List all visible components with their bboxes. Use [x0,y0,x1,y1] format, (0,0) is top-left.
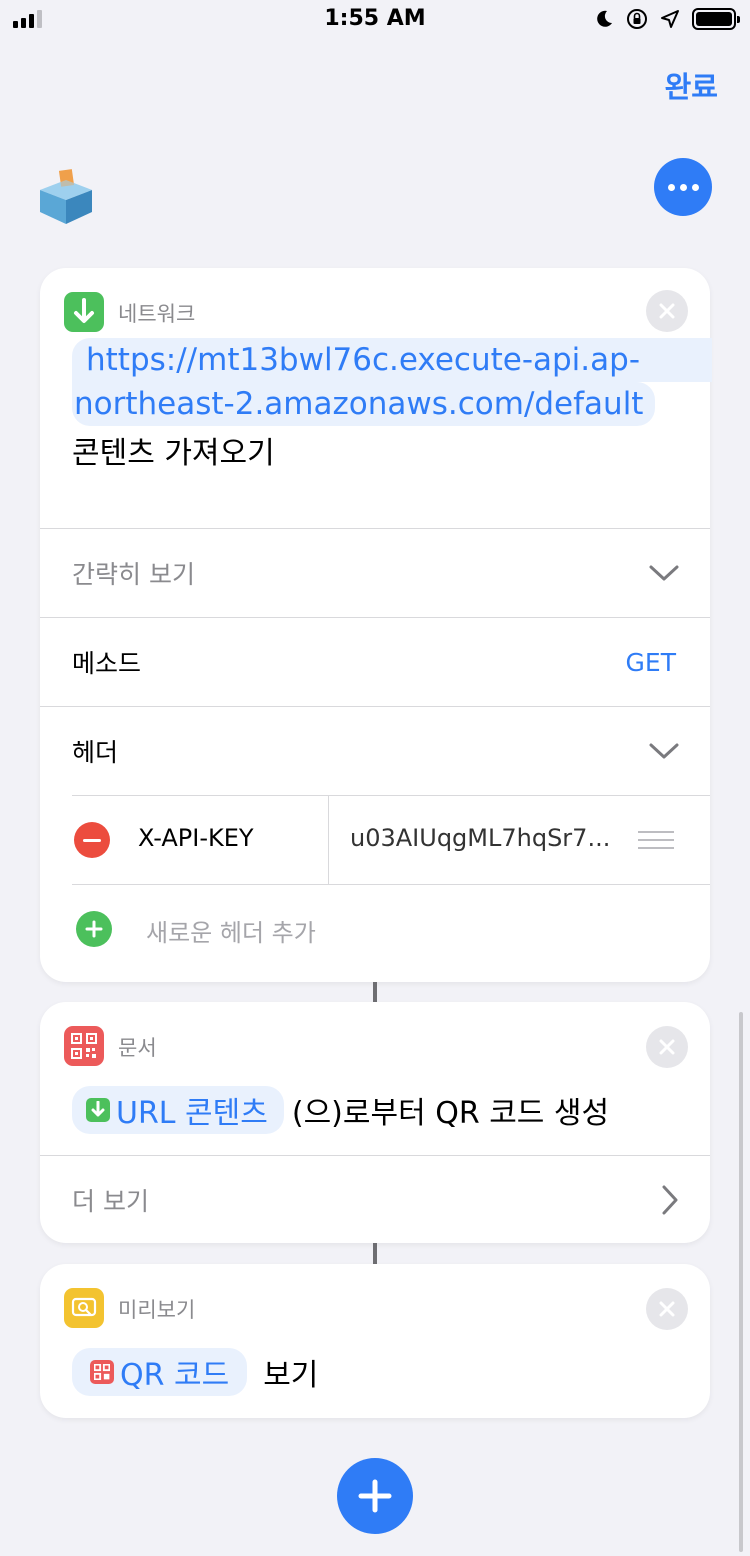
drag-handle-icon[interactable] [638,830,674,850]
network-app-label: 네트워크 [118,302,196,326]
add-header-button[interactable] [76,911,112,947]
orientation-lock-icon [627,9,647,29]
network-action-card: 네트워크 https://mt13bwl76c.execute-api.ap- … [40,268,712,982]
preview-icon [64,1288,104,1328]
action-text: 보기 [263,1358,319,1393]
preview-app-label: 미리보기 [118,1298,196,1322]
chevron-down-icon [649,743,679,759]
add-header-label: 새로운 헤더 추가 [146,919,316,947]
add-action-button[interactable] [337,1458,413,1534]
plus-icon [358,1479,392,1513]
url-contents-token-label: URL 콘텐츠 [116,1096,268,1131]
more-options-button[interactable] [654,158,712,216]
done-button[interactable]: 완료 [665,64,718,106]
download-icon [86,1098,110,1122]
document-action-card: 문서 URL 콘텐츠 (으)로부터 QR 코드 생성 더 보기 [40,1002,710,1243]
close-icon [659,1301,675,1317]
url-token[interactable]: https://mt13bwl76c.execute-api.ap- [72,338,712,382]
document-app-label: 문서 [118,1036,157,1060]
qr-code-icon [64,1026,104,1066]
more-label: 더 보기 [72,1187,149,1216]
action-text: 콘텐츠 가져오기 [72,436,275,471]
close-button[interactable] [646,290,688,332]
close-icon [659,1039,675,1055]
shortcut-box-icon[interactable] [36,166,96,226]
location-icon [661,10,679,28]
method-row[interactable]: 메소드 GET [40,618,710,706]
qr-code-token[interactable]: QR 코드 [72,1348,248,1396]
scrollbar[interactable] [739,1012,743,1552]
url-token-continued[interactable]: northeast-2.amazonaws.com/default [72,382,656,426]
battery-icon [692,8,740,30]
status-bar: 1:55 AM [0,0,750,40]
method-label: 메소드 [72,649,142,678]
chevron-right-icon [662,1185,678,1215]
plus-icon [85,920,103,938]
header-value-field[interactable]: u03AIUqgML7hqSr7... [350,824,610,852]
headers-row[interactable]: 헤더 [40,707,710,795]
action-text: (으)로부터 QR 코드 생성 [291,1096,610,1131]
preview-action-card: 미리보기 QR 코드 보기 [40,1264,710,1418]
method-value[interactable]: GET [626,648,676,677]
qr-code-token-label: QR 코드 [120,1358,230,1393]
url-contents-token[interactable]: URL 콘텐츠 [72,1086,284,1134]
close-button[interactable] [646,1288,688,1330]
moon-icon [597,10,612,27]
flow-connector [373,982,377,1002]
close-icon [659,303,675,319]
header-entry-row: X-API-KEY u03AIUqgML7hqSr7... [72,796,710,884]
flow-connector [373,1243,377,1265]
header-key-field[interactable]: X-API-KEY [138,824,254,852]
chevron-down-icon [649,565,679,581]
show-less-label: 간략히 보기 [72,560,195,589]
headers-label: 헤더 [72,738,119,767]
more-row[interactable]: 더 보기 [40,1156,710,1244]
show-less-row[interactable]: 간략히 보기 [40,529,710,617]
qr-code-icon [90,1360,114,1384]
download-icon [64,292,104,332]
remove-header-button[interactable] [74,822,110,858]
add-header-row[interactable]: 새로운 헤더 추가 [40,885,710,973]
close-button[interactable] [646,1026,688,1068]
